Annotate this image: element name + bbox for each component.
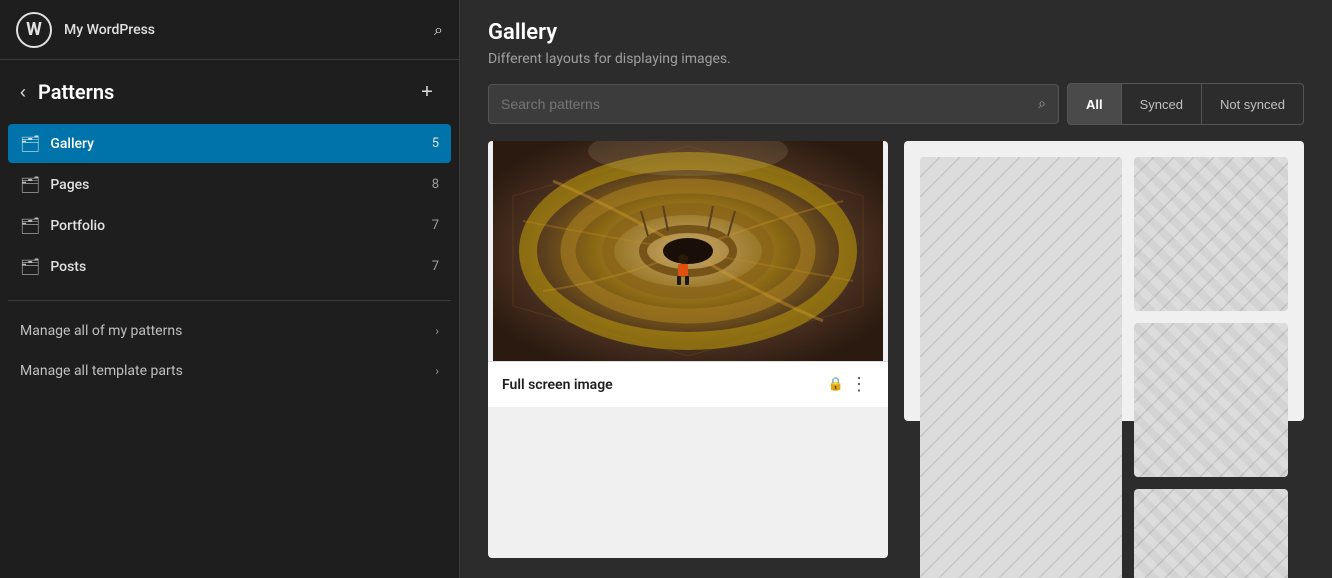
main-content: Gallery Different layouts for displaying…: [460, 0, 1332, 578]
placeholder-diagonal-svg-2: [1134, 157, 1288, 311]
wordpress-logo: W: [16, 12, 52, 48]
nav-list: 🗂 Gallery 5 🗂 Pages 8 🗂 Portfolio 7 🗂 Po…: [0, 124, 459, 288]
filter-not-synced-button[interactable]: Not synced: [1202, 84, 1303, 124]
folder-icon: 🗂: [20, 175, 40, 194]
nav-item-label: Pages: [50, 177, 421, 193]
folder-icon: 🗂: [20, 216, 40, 235]
patterns-grid: Full screen image 🔒 ⋮: [460, 141, 1332, 578]
nav-item-gallery[interactable]: 🗂 Gallery 5: [8, 124, 451, 163]
nav-item-count: 8: [432, 177, 439, 192]
nav-item-count: 7: [432, 218, 439, 233]
nav-item-count: 7: [432, 259, 439, 274]
page-title: Gallery: [488, 20, 1304, 45]
placeholder-right-column: [1134, 157, 1288, 578]
pattern-more-button[interactable]: ⋮: [844, 372, 874, 397]
add-pattern-button[interactable]: +: [411, 76, 443, 108]
manage-template-parts-link[interactable]: Manage all template parts ›: [8, 353, 451, 389]
nav-item-count: 5: [432, 136, 439, 151]
nav-item-label: Gallery: [50, 136, 421, 152]
manage-template-parts-label: Manage all template parts: [20, 363, 183, 379]
spiral-stairs-svg: [488, 141, 888, 361]
search-box[interactable]: ⌕: [488, 84, 1059, 124]
sidebar-header: W My WordPress ⌕: [0, 0, 459, 60]
manage-links-section: Manage all of my patterns › Manage all t…: [0, 313, 459, 393]
folder-icon: 🗂: [20, 257, 40, 276]
lock-icon: 🔒: [828, 377, 844, 392]
back-button[interactable]: ‹: [16, 78, 30, 107]
pattern-card-footer: Full screen image 🔒 ⋮: [488, 361, 888, 407]
placeholder-diagonal-svg-4: [1134, 489, 1288, 578]
nav-item-posts[interactable]: 🗂 Posts 7: [8, 247, 451, 286]
manage-my-patterns-label: Manage all of my patterns: [20, 323, 182, 339]
placeholder-block-middle-right: [1134, 323, 1288, 477]
toolbar: ⌕ All Synced Not synced: [460, 83, 1332, 141]
page-subtitle: Different layouts for displaying images.: [488, 51, 1304, 67]
patterns-title: Patterns: [38, 80, 403, 104]
add-icon: +: [421, 81, 433, 104]
placeholder-diagonal-svg-3: [1134, 323, 1288, 477]
nav-item-pages[interactable]: 🗂 Pages 8: [8, 165, 451, 204]
nav-item-label: Portfolio: [50, 218, 421, 234]
placeholder-block-main: [920, 157, 1122, 578]
pattern-card-placeholder[interactable]: [904, 141, 1304, 421]
manage-my-patterns-link[interactable]: Manage all of my patterns ›: [8, 313, 451, 349]
pattern-card-full-screen-image[interactable]: Full screen image 🔒 ⋮: [488, 141, 888, 558]
filter-synced-button[interactable]: Synced: [1122, 84, 1202, 124]
chevron-right-icon: ›: [435, 364, 439, 378]
site-name: My WordPress: [64, 22, 434, 38]
chevron-right-icon: ›: [435, 324, 439, 338]
header-search-icon[interactable]: ⌕: [434, 20, 443, 40]
search-input[interactable]: [501, 96, 1038, 112]
placeholder-block-bottom-right: [1134, 489, 1288, 578]
back-icon: ‹: [20, 82, 26, 103]
folder-icon: 🗂: [20, 134, 40, 153]
filter-all-button[interactable]: All: [1068, 84, 1122, 124]
sidebar: W My WordPress ⌕ ‹ Patterns + 🗂 Gallery …: [0, 0, 460, 578]
nav-item-label: Posts: [50, 259, 421, 275]
content-header: Gallery Different layouts for displaying…: [460, 0, 1332, 83]
nav-divider: [8, 300, 451, 301]
pattern-name: Full screen image: [502, 377, 822, 393]
placeholder-block-top-right: [1134, 157, 1288, 311]
placeholder-diagonal-svg: [920, 157, 1122, 578]
patterns-section-header: ‹ Patterns +: [0, 60, 459, 124]
pattern-preview-image: [488, 141, 888, 361]
filter-buttons: All Synced Not synced: [1067, 83, 1304, 125]
search-icon: ⌕: [1038, 96, 1046, 112]
nav-item-portfolio[interactable]: 🗂 Portfolio 7: [8, 206, 451, 245]
